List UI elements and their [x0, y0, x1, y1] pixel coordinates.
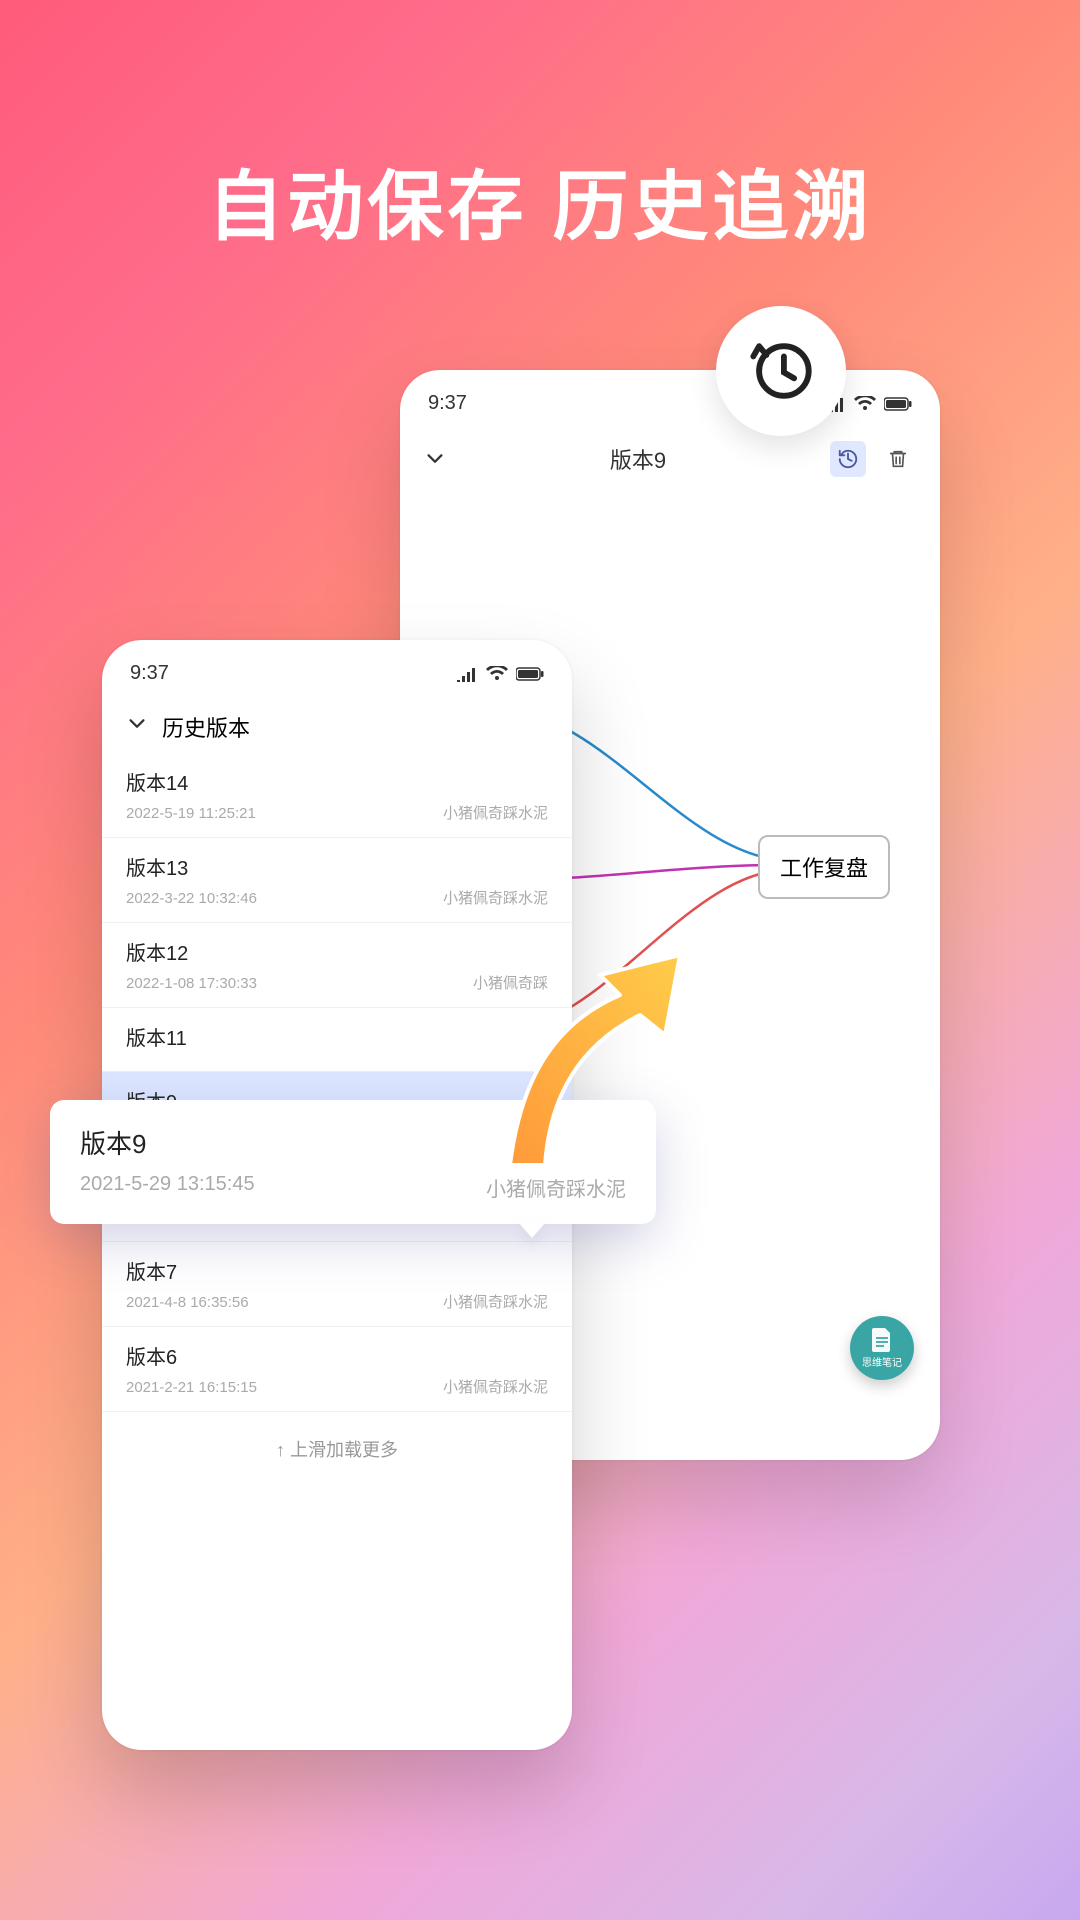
version-timestamp: 2021-4-8 16:35:56: [126, 1294, 249, 1311]
root-node[interactable]: 工作复盘: [758, 835, 890, 899]
page-title: 自动保存 历史追溯: [0, 145, 1080, 255]
editor-title: 版本9: [610, 443, 666, 475]
version-timestamp: 2022-3-22 10:32:46: [126, 890, 257, 907]
collapse-button[interactable]: [424, 448, 446, 470]
version-author: 小猪佩奇踩水泥: [443, 887, 548, 908]
notes-fab[interactable]: 思维笔记: [850, 1316, 914, 1380]
wifi-icon: [854, 396, 876, 412]
status-bar: 9:37: [400, 370, 940, 423]
popup-timestamp: 2021-5-29 13:15:45: [80, 1173, 255, 1202]
version-name: 版本13: [126, 852, 548, 881]
version-timestamp: 2022-1-08 17:30:33: [126, 975, 257, 992]
version-timestamp: 2021-2-21 16:15:15: [126, 1379, 257, 1396]
history-badge: [716, 306, 846, 436]
version-item[interactable]: 版本14 2022-5-19 11:25:21 小猪佩奇踩水泥: [102, 753, 572, 838]
history-title: 历史版本: [162, 711, 250, 743]
battery-icon: [884, 397, 912, 411]
wifi-icon: [486, 666, 508, 682]
status-bar: 9:37: [102, 640, 572, 693]
load-more-hint: 上滑加载更多: [102, 1412, 572, 1486]
document-icon: [872, 1328, 892, 1352]
arrow-icon: [480, 935, 700, 1175]
version-name: 版本7: [126, 1256, 548, 1285]
back-button[interactable]: [126, 713, 148, 741]
battery-icon: [516, 667, 544, 681]
version-author: 小猪佩奇踩水泥: [443, 802, 548, 823]
version-item[interactable]: 版本13 2022-3-22 10:32:46 小猪佩奇踩水泥: [102, 838, 572, 923]
history-header: 历史版本: [102, 693, 572, 753]
version-name: 版本6: [126, 1341, 548, 1370]
editor-header: 版本9: [400, 423, 940, 495]
delete-button[interactable]: [880, 441, 916, 477]
version-item[interactable]: 版本6 2021-2-21 16:15:15 小猪佩奇踩水泥: [102, 1327, 572, 1412]
signal-icon: [456, 666, 478, 682]
version-author: 小猪佩奇踩水泥: [443, 1376, 548, 1397]
version-author: 小猪佩奇踩水泥: [443, 1291, 548, 1312]
version-timestamp: 2022-5-19 11:25:21: [126, 805, 256, 822]
version-name: 版本14: [126, 767, 548, 796]
history-button[interactable]: [830, 441, 866, 477]
popup-author: 小猪佩奇踩水泥: [486, 1173, 626, 1202]
version-item[interactable]: 版本7 2021-4-8 16:35:56 小猪佩奇踩水泥: [102, 1242, 572, 1327]
status-time: 9:37: [130, 662, 169, 685]
fab-label: 思维笔记: [862, 1354, 902, 1369]
history-icon: [746, 336, 816, 406]
status-time: 9:37: [428, 392, 467, 415]
